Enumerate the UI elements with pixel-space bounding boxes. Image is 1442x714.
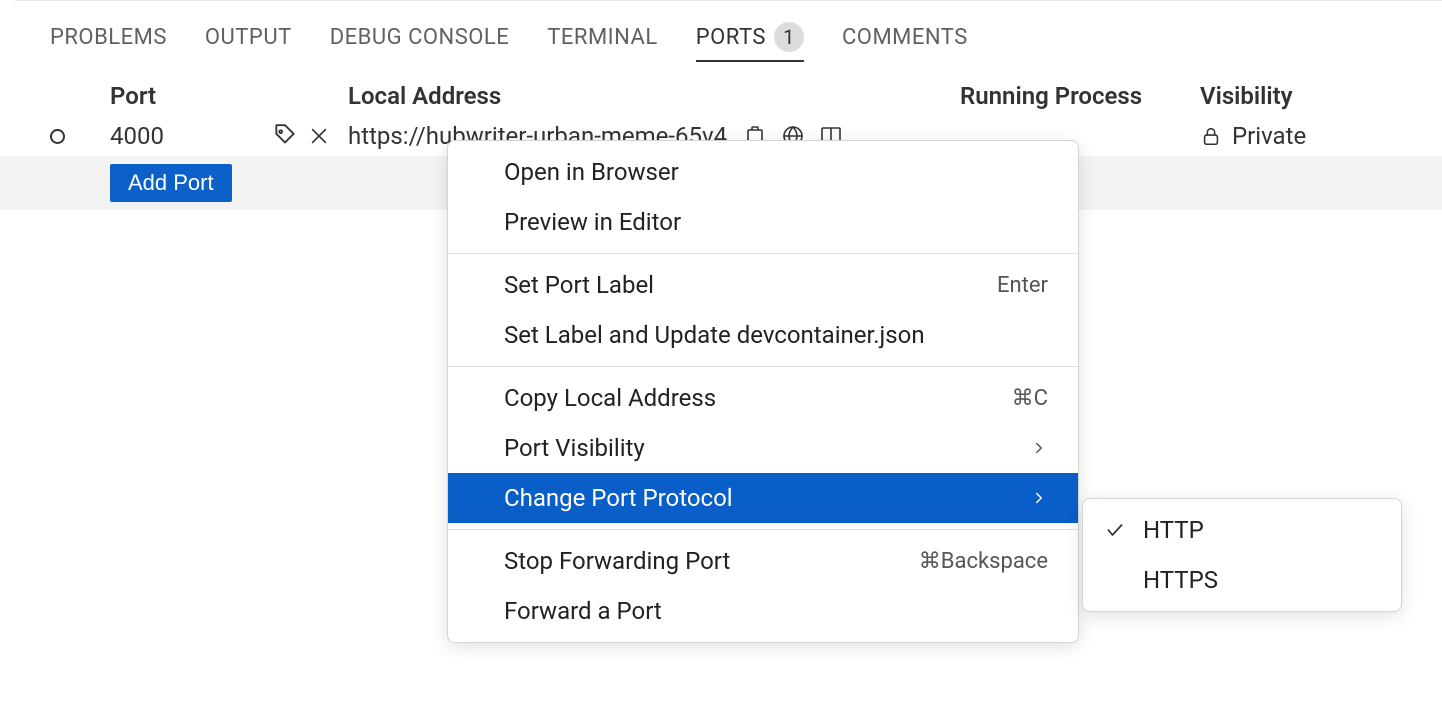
menu-label: Port Visibility	[504, 434, 645, 462]
tab-debug-console[interactable]: DEBUG CONSOLE	[330, 25, 510, 60]
col-header-local-address: Local Address	[348, 82, 960, 110]
col-header-running-process: Running Process	[960, 82, 1200, 110]
menu-set-label-devcontainer[interactable]: Set Label and Update devcontainer.json	[448, 310, 1078, 360]
menu-label: Change Port Protocol	[504, 484, 733, 512]
add-port-label: Add Port	[128, 170, 214, 195]
menu-label: Stop Forwarding Port	[504, 547, 730, 575]
tab-problems[interactable]: PROBLEMS	[50, 25, 167, 60]
tab-comments[interactable]: COMMENTS	[842, 25, 968, 60]
menu-port-visibility[interactable]: Port Visibility	[448, 423, 1078, 473]
tab-label: COMMENTS	[842, 25, 968, 50]
chevron-right-icon	[1030, 439, 1048, 457]
add-port-button[interactable]: Add Port	[110, 164, 232, 202]
menu-label: Forward a Port	[504, 597, 662, 625]
tab-terminal[interactable]: TERMINAL	[547, 25, 657, 60]
protocol-submenu: HTTP HTTPS	[1082, 498, 1402, 612]
col-header-visibility: Visibility	[1200, 82, 1442, 110]
check-icon	[1103, 520, 1127, 540]
menu-label: Copy Local Address	[504, 384, 716, 412]
menu-label: Set Label and Update devcontainer.json	[504, 321, 925, 349]
port-context-menu: Open in Browser Preview in Editor Set Po…	[447, 140, 1079, 643]
menu-label: Open in Browser	[504, 158, 679, 186]
menu-forward-a-port[interactable]: Forward a Port	[448, 586, 1078, 636]
menu-separator	[448, 366, 1078, 367]
menu-shortcut: Enter	[997, 273, 1048, 298]
menu-set-port-label[interactable]: Set Port Label Enter	[448, 260, 1078, 310]
tab-label: PORTS	[696, 25, 766, 50]
submenu-https[interactable]: HTTPS	[1083, 555, 1401, 605]
tab-label: TERMINAL	[547, 25, 657, 50]
menu-preview-in-editor[interactable]: Preview in Editor	[448, 197, 1078, 247]
port-number: 4000	[110, 122, 164, 150]
chevron-right-icon	[1030, 489, 1048, 507]
visibility-value: Private	[1232, 122, 1306, 150]
submenu-http[interactable]: HTTP	[1083, 505, 1401, 555]
tab-label: DEBUG CONSOLE	[330, 25, 510, 50]
menu-separator	[448, 253, 1078, 254]
tab-label: PROBLEMS	[50, 25, 167, 50]
menu-open-in-browser[interactable]: Open in Browser	[448, 147, 1078, 197]
close-icon[interactable]	[308, 125, 330, 147]
menu-separator	[448, 529, 1078, 530]
tab-output[interactable]: OUTPUT	[205, 25, 292, 60]
menu-shortcut: ⌘Backspace	[919, 549, 1048, 574]
submenu-label: HTTPS	[1143, 566, 1218, 594]
lock-icon	[1200, 125, 1222, 147]
tab-ports[interactable]: PORTS 1	[696, 22, 804, 62]
ports-count-badge: 1	[774, 22, 804, 52]
menu-copy-local-address[interactable]: Copy Local Address ⌘C	[448, 373, 1078, 423]
panel-tab-bar: PROBLEMS OUTPUT DEBUG CONSOLE TERMINAL P…	[0, 0, 1442, 76]
menu-stop-forwarding-port[interactable]: Stop Forwarding Port ⌘Backspace	[448, 536, 1078, 586]
label-icon[interactable]	[272, 123, 298, 149]
menu-shortcut: ⌘C	[1012, 386, 1048, 411]
ports-table-header: Port Local Address Running Process Visib…	[0, 76, 1442, 116]
menu-change-port-protocol[interactable]: Change Port Protocol	[448, 473, 1078, 523]
menu-label: Set Port Label	[504, 271, 654, 299]
tab-label: OUTPUT	[205, 25, 292, 50]
port-status-indicator-icon	[50, 129, 65, 144]
menu-label: Preview in Editor	[504, 208, 681, 236]
col-header-port: Port	[110, 82, 348, 110]
submenu-label: HTTP	[1143, 516, 1204, 544]
